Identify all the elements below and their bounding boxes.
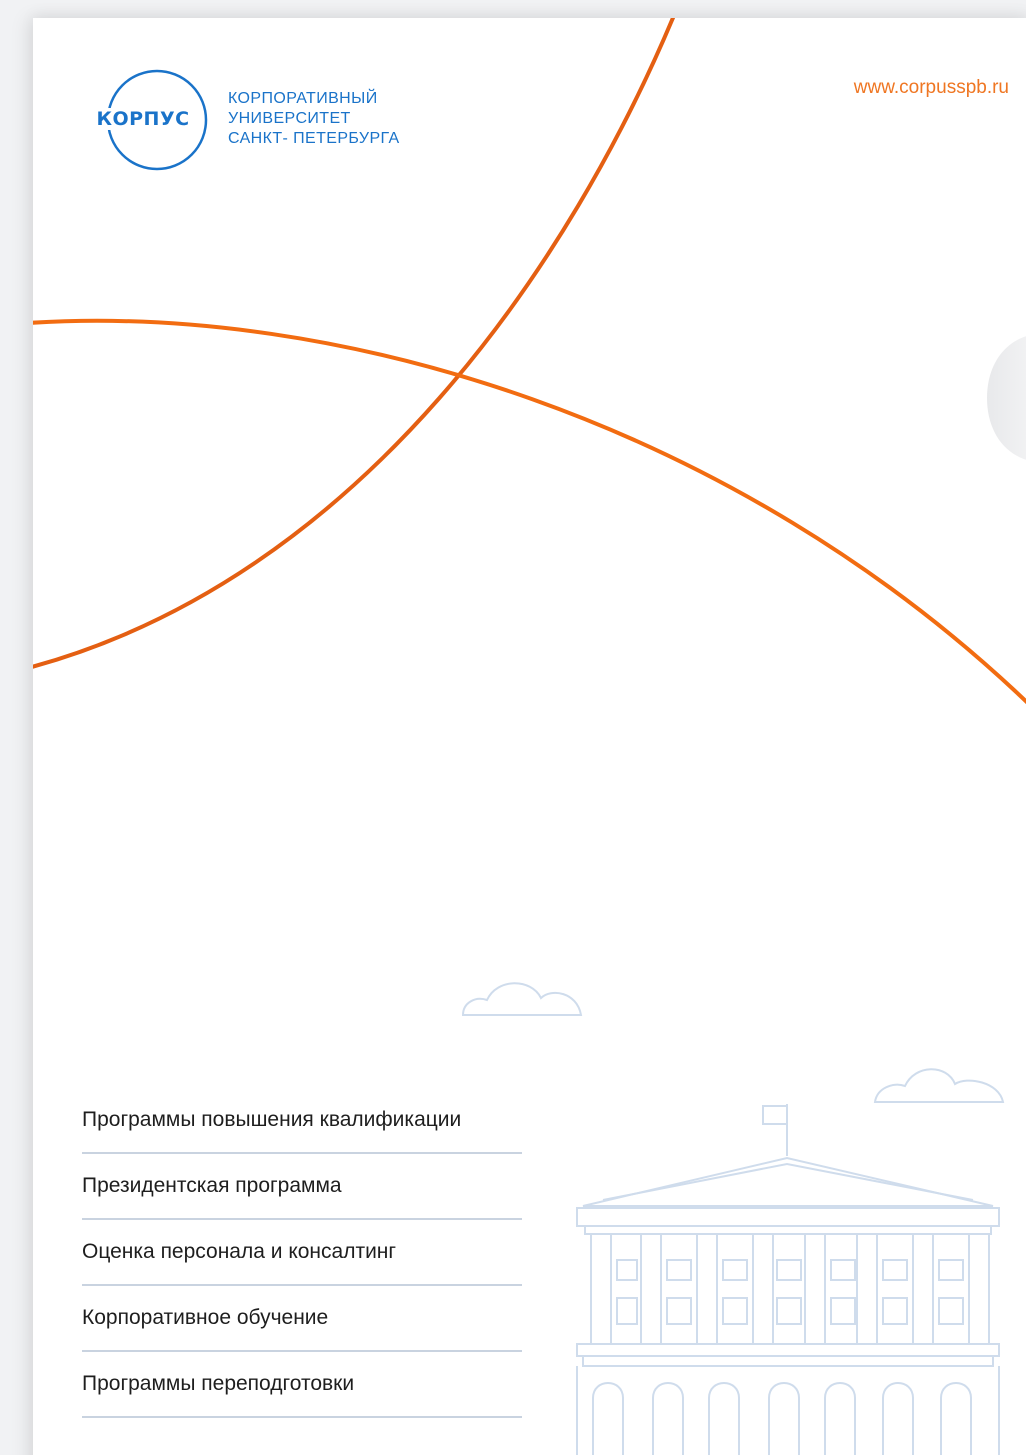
website-link[interactable]: www.corpusspb.ru [854,77,1009,99]
brochure-cover: КОРПУС КОРПОРАТИВНЫЙ УНИВЕРСИТЕТ САНКТ- … [33,18,1026,1455]
programs-menu: Программы повышения квалификации Президе… [82,1088,522,1418]
building-icon [576,1104,1000,1455]
side-tab-shape [987,336,1026,460]
university-name: КОРПОРАТИВНЫЙ УНИВЕРСИТЕТ САНКТ- ПЕТЕРБУ… [228,89,400,149]
logo-wordmark: КОРПУС [85,108,201,130]
menu-item[interactable]: Оценка персонала и консалтинг [82,1220,522,1286]
menu-item[interactable]: Корпоративное обучение [82,1286,522,1352]
menu-item[interactable]: Программы повышения квалификации [82,1088,522,1154]
cloud-icon [461,982,583,1016]
menu-item-label[interactable]: Президентская программа [82,1174,342,1198]
menu-item-label[interactable]: Программы повышения квалификации [82,1108,461,1132]
building-illustration [461,982,1005,1455]
university-name-line-2: УНИВЕРСИТЕТ [228,110,351,127]
cloud-icon [873,1068,1005,1103]
menu-item-label[interactable]: Программы переподготовки [82,1372,354,1396]
menu-item[interactable]: Программы переподготовки [82,1352,522,1418]
menu-item[interactable]: Президентская программа [82,1154,522,1220]
logo[interactable]: КОРПУС КОРПОРАТИВНЫЙ УНИВЕРСИТЕТ САНКТ- … [81,68,501,178]
menu-item-label[interactable]: Корпоративное обучение [82,1306,328,1330]
university-name-line-1: КОРПОРАТИВНЫЙ [228,90,378,107]
menu-item-label[interactable]: Оценка персонала и консалтинг [82,1240,396,1264]
university-name-line-3: САНКТ- ПЕТЕРБУРГА [228,130,400,147]
